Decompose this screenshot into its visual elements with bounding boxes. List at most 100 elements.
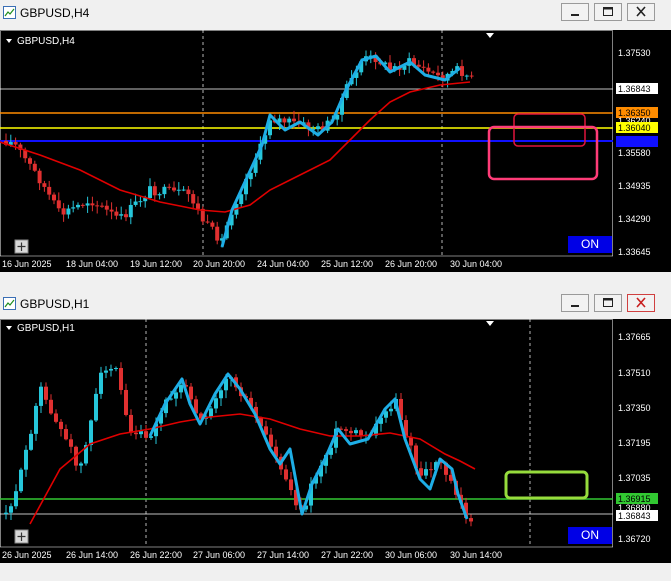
candle-body <box>64 429 68 440</box>
candle-body <box>37 170 42 184</box>
chart-shift-icon[interactable] <box>486 321 494 326</box>
pink-zone-box[interactable] <box>487 125 599 181</box>
candle-body <box>210 222 215 227</box>
price-label: 1.34935 <box>618 181 651 191</box>
candle-body <box>89 420 93 446</box>
candle-body <box>287 118 292 123</box>
candle-body <box>66 208 71 215</box>
maximize-button[interactable] <box>594 3 622 21</box>
price-label: 1.36720 <box>618 534 651 544</box>
candle-body <box>469 75 474 77</box>
chart-label: GBPUSD,H1 <box>17 323 75 334</box>
candle-body <box>129 414 133 433</box>
chart-window-icon <box>3 6 16 19</box>
candle-body <box>464 75 469 77</box>
minimize-button[interactable] <box>561 3 589 21</box>
candle-body <box>460 66 464 76</box>
price-label: 1.37510 <box>618 368 651 378</box>
candle-body <box>14 491 18 507</box>
candle-body <box>138 201 143 203</box>
chart-window-h4: GBPUSD,H4 GBPUSD,H4 1.37530 1.36843 1.36… <box>0 0 671 290</box>
date-label: 27 Jun 14:00 <box>257 550 309 560</box>
moving-average-line <box>29 413 476 525</box>
candle-body <box>174 392 178 399</box>
chart-menu-icon[interactable] <box>6 39 12 43</box>
candle-body <box>9 506 13 513</box>
moving-average-line <box>0 81 471 213</box>
minimize-button[interactable] <box>561 294 589 312</box>
window-titlebar[interactable]: GBPUSD,H4 <box>0 0 671 26</box>
candle-body <box>209 408 213 417</box>
chart-label: GBPUSD,H4 <box>17 36 75 47</box>
date-label: 27 Jun 22:00 <box>321 550 373 560</box>
chart-menu-icon[interactable] <box>6 326 12 330</box>
candle-body <box>99 372 103 394</box>
date-label: 26 Jun 20:00 <box>385 259 437 269</box>
price-label: 1.37035 <box>618 473 651 483</box>
candle-body <box>29 433 33 450</box>
yellow-price-label: 1.36040 <box>618 123 651 133</box>
candle-body <box>344 429 348 431</box>
candle-body <box>292 118 296 122</box>
window-title: GBPUSD,H1 <box>20 297 90 311</box>
candle-body <box>133 201 138 205</box>
candle-body <box>114 368 118 370</box>
candle-body <box>421 66 426 68</box>
candle-body <box>139 431 143 435</box>
maximize-icon <box>603 298 613 307</box>
chart-shift-icon[interactable] <box>486 33 494 38</box>
candle-body <box>282 118 287 123</box>
candle-body <box>42 183 47 187</box>
candle-body <box>119 214 124 216</box>
candle-body <box>34 405 38 434</box>
date-label: 30 Jun 14:00 <box>450 550 502 560</box>
date-label: 24 Jun 04:00 <box>257 259 309 269</box>
candle-body <box>196 203 200 209</box>
on-toggle-button[interactable]: ON <box>568 236 612 253</box>
candle-body <box>76 204 80 208</box>
candle-body <box>148 186 152 198</box>
candles <box>4 50 474 248</box>
maximize-button[interactable] <box>594 294 622 312</box>
candle-body <box>162 186 167 195</box>
date-label: 30 Jun 04:00 <box>450 259 502 269</box>
candle-body <box>59 421 63 430</box>
candle-body <box>144 431 148 438</box>
candle-body <box>69 439 73 447</box>
candle-body <box>389 408 393 412</box>
candle-body <box>95 205 100 207</box>
close-button[interactable] <box>627 3 655 21</box>
candle-body <box>186 189 191 195</box>
candle-body <box>191 194 196 204</box>
candle-body <box>205 221 210 223</box>
candle-body <box>349 430 353 434</box>
price-chart-h1[interactable]: GBPUSD,H1 1.37665 1.37510 1.37350 1.3719… <box>0 319 671 563</box>
candle-body <box>109 209 114 212</box>
window-titlebar[interactable]: GBPUSD,H1 <box>0 291 671 317</box>
candle-body <box>61 208 66 215</box>
bid-price-label: 1.36843 <box>618 84 651 94</box>
candle-body <box>157 194 162 196</box>
close-button[interactable] <box>627 294 655 312</box>
candle-body <box>119 368 123 390</box>
price-chart-h4[interactable]: GBPUSD,H4 1.37530 1.36843 1.36350 1.3624… <box>0 30 671 272</box>
candle-body <box>436 72 440 76</box>
candle-body <box>32 163 37 171</box>
price-label: 1.35580 <box>618 148 651 158</box>
close-icon <box>636 6 646 17</box>
candle-body <box>424 469 428 476</box>
on-toggle-button[interactable]: ON <box>568 527 612 544</box>
date-label: 19 Jun 12:00 <box>130 259 182 269</box>
date-label: 18 Jun 04:00 <box>66 259 118 269</box>
price-label: 1.34290 <box>618 214 651 224</box>
price-label: 1.37530 <box>618 48 651 58</box>
candle-body <box>124 214 128 218</box>
candle-body <box>104 370 108 373</box>
green-zone-box[interactable] <box>504 470 589 500</box>
candle-body <box>128 204 133 218</box>
date-label: 25 Jun 12:00 <box>321 259 373 269</box>
window-title: GBPUSD,H4 <box>20 6 90 20</box>
candle-body <box>39 386 43 406</box>
candle-body <box>90 203 95 206</box>
candle-body <box>13 142 18 145</box>
